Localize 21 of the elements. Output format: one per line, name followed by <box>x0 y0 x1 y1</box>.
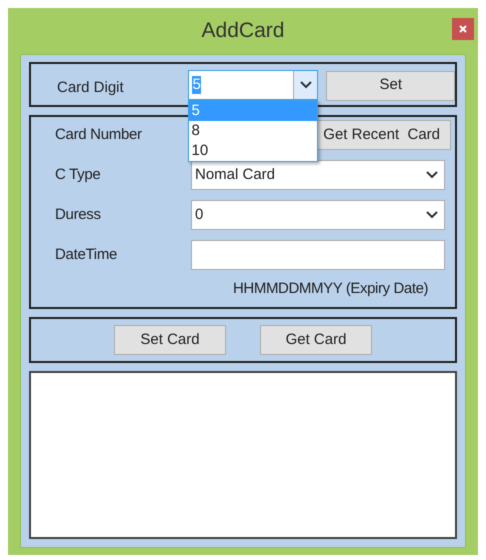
field-label: Card Number <box>55 124 143 145</box>
action-button[interactable]: Set Card <box>114 325 226 355</box>
dropdown-option[interactable]: 10 <box>189 140 318 160</box>
close-button[interactable] <box>452 18 474 40</box>
date-time-field[interactable] <box>191 240 445 270</box>
field-label: C Type <box>55 164 102 185</box>
card-digit-label: Card Digit <box>57 78 125 98</box>
combo-box[interactable]: Nomal Card <box>191 160 445 190</box>
combo-value: 0 <box>195 204 204 225</box>
dropdown-option[interactable]: 8 <box>189 120 318 140</box>
combo-value: Nomal Card <box>195 164 276 185</box>
card-digit-value: 5 <box>192 76 201 94</box>
field-label: DateTime <box>55 244 118 265</box>
close-icon <box>459 25 467 33</box>
combo-box[interactable]: 0 <box>191 200 445 230</box>
date-format-hint: HHMMDDMMYY (Expiry Date) <box>233 279 430 299</box>
window-title: AddCard <box>202 18 284 44</box>
set-button[interactable]: Set <box>326 70 455 100</box>
action-button[interactable]: Get Card <box>260 325 372 355</box>
field-label: Duress <box>55 204 102 225</box>
log-text-area[interactable] <box>29 371 457 539</box>
